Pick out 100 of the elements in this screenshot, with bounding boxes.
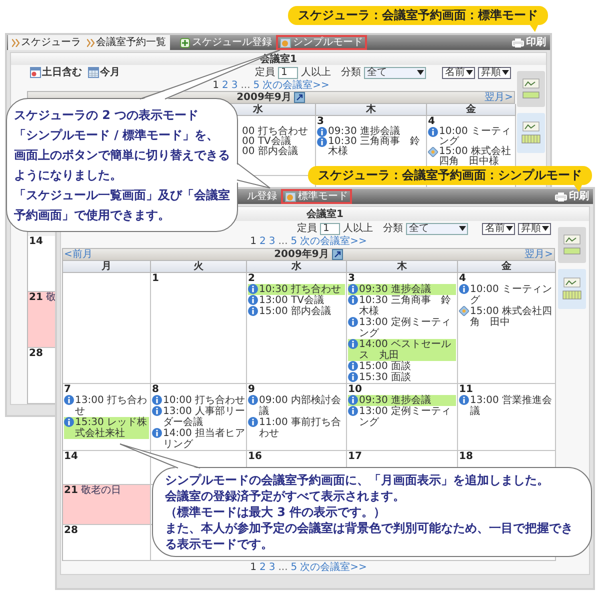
toolbar-button[interactable]: シンプルモード	[276, 35, 367, 50]
toolbar-button[interactable]: ル登録	[243, 189, 281, 204]
day-number: 2	[248, 273, 255, 284]
capacity-unit: 人以上	[343, 223, 373, 234]
calendar-event[interactable]: 15:00 面談	[348, 361, 456, 372]
calendar-event[interactable]: 10:30 三角商事 鈴木様	[317, 137, 425, 157]
calendar-event[interactable]: 00 打ち合わせ	[242, 127, 308, 137]
day-number: 3	[348, 273, 355, 284]
holiday-name: 敬老の日	[80, 485, 121, 496]
breadcrumb-link[interactable]: 会議室予約一覧	[87, 35, 166, 50]
current-page: 1	[212, 80, 219, 91]
view-tab[interactable]	[558, 269, 586, 309]
view-tab[interactable]	[517, 113, 545, 153]
holiday-name: 敬	[46, 292, 56, 303]
page-link[interactable]: 次の会議室>>	[300, 562, 367, 574]
calendar-event[interactable]: 13:00 TV会議	[248, 295, 345, 306]
page-link[interactable]: 2	[259, 236, 266, 248]
page-link[interactable]: 5	[253, 80, 260, 91]
sort-dropdown[interactable]: 名前	[442, 66, 475, 78]
calendar-event[interactable]: 10:30 打ち合わせ	[248, 284, 345, 295]
category-label: 分類	[341, 67, 361, 78]
diamond-icon	[428, 147, 438, 157]
category-dropdown[interactable]: 全て	[406, 222, 468, 234]
view-tab[interactable]	[558, 227, 586, 263]
page-link[interactable]: 3	[268, 562, 276, 574]
tooltip-pointer	[530, 25, 538, 32]
day-number: 4	[459, 273, 466, 284]
current-page: 1	[250, 236, 256, 248]
calendar-event[interactable]: 13:00 営業推進会議	[459, 395, 554, 417]
calendar-icon	[88, 67, 99, 78]
calendar-event[interactable]: 15:30 面談	[348, 372, 456, 383]
day-number: 10	[348, 384, 362, 395]
callout-text: シンプルモードの会議室予約画面に、「月画面表示」を追加しました。 会議室の登録済予定がすべて表示されます。 （標準モードは最大 3 件の表示です。） また、本人が参加予定の会議室は背景色で判別可能なため、一目で把握でき る表示モードです。	[165, 472, 574, 552]
day-number: 9	[248, 384, 255, 395]
page-link[interactable]: 5	[290, 236, 298, 248]
sort-dropdown[interactable]: 名前	[482, 222, 515, 234]
chevron-icon	[87, 38, 95, 46]
page-link[interactable]: 2	[222, 80, 228, 91]
calendar-icon[interactable]	[332, 249, 343, 260]
page-link[interactable]: 5	[290, 562, 298, 574]
month-title: 2009年9月	[236, 92, 292, 103]
calendar-event[interactable]: 10:00 打ち合わせ	[152, 395, 245, 406]
page-link[interactable]: 次の会議室>>	[262, 80, 330, 91]
plus-icon	[180, 38, 190, 48]
view-toggle[interactable]: 土日含む	[30, 67, 82, 78]
calendar-icon[interactable]	[294, 92, 306, 103]
page-link[interactable]: 3	[268, 236, 276, 248]
day-number: 14	[64, 451, 78, 462]
capacity-unit: 人以上	[301, 67, 331, 78]
category-label: 分類	[383, 223, 403, 234]
sort-dropdown[interactable]: 昇順	[478, 66, 511, 78]
calendar-event[interactable]: 09:30 進捗会議	[348, 284, 456, 295]
calendar-event[interactable]: 09:30 進捗会議	[348, 395, 456, 406]
capacity-field[interactable]: 1	[278, 66, 298, 78]
day-number: 1	[152, 273, 159, 284]
calendar-event[interactable]: 00 部内会議	[242, 147, 298, 157]
calendar-event[interactable]: 09:00 内部検討会議	[248, 395, 345, 417]
page-link[interactable]: 次の会議室>>	[300, 236, 367, 248]
sort-dropdown[interactable]: 昇順	[518, 222, 551, 234]
diamond-icon	[459, 306, 469, 316]
calendar-event[interactable]: 13:00 定例ミーティング	[348, 317, 456, 339]
calendar-event[interactable]: 13:00 打ち合わせ	[64, 395, 149, 417]
calendar-icon	[30, 67, 41, 78]
view-tab[interactable]	[517, 71, 545, 107]
calendar-event[interactable]: 15:00 部内会議	[248, 306, 345, 317]
calendar-event[interactable]: 14:00 ベストセールス 丸田	[348, 339, 456, 361]
page-link[interactable]: 3	[231, 80, 238, 91]
mode-switch-icon	[280, 38, 291, 48]
calendar-event[interactable]: 09:30 進捗会議	[317, 127, 425, 137]
printer-icon	[555, 192, 567, 202]
weekday-header: 木	[347, 261, 458, 273]
calendar-event[interactable]: 15:00 株式会社四角 田中様	[428, 147, 514, 167]
mode-tooltip: スケジューラ：会議室予約画面：シンプルモード	[308, 166, 592, 185]
page-link[interactable]: 2	[259, 562, 266, 574]
caret-icon	[506, 226, 513, 231]
caret-icon	[417, 70, 424, 75]
toolbar-button[interactable]: 標準モード	[281, 189, 352, 204]
print-button[interactable]: 印刷	[555, 189, 589, 204]
calendar-event[interactable]: 11:00 事前打ち合わせ	[248, 417, 345, 439]
weekday-header: 月	[63, 261, 151, 273]
print-button[interactable]: 印刷	[512, 35, 546, 50]
day-number: 4	[428, 116, 435, 127]
calendar-event[interactable]: 10:30 三角商事 鈴木様	[348, 295, 456, 317]
calendar-event[interactable]: 15:00 株式会社四角 田中	[459, 306, 554, 328]
calendar-event[interactable]: 10:00 ミーティング	[428, 127, 514, 147]
calendar-event[interactable]: 15:30 レッド株式会社来社	[64, 417, 149, 439]
weekday-header: 金	[427, 104, 516, 116]
calendar-event[interactable]: 13:00 人事部リーダー会議	[152, 406, 245, 428]
category-dropdown[interactable]: 全て	[364, 66, 426, 78]
calendar-event[interactable]: 14:00 担当者ヒアリング	[152, 428, 245, 450]
weekday-header: 木	[316, 104, 427, 116]
day-number: 28	[64, 525, 78, 536]
view-toggle[interactable]: 今月	[88, 67, 120, 78]
calendar-event[interactable]: 13:00 定例ミーティング	[348, 406, 456, 428]
calendar-event[interactable]: 00 TV会議	[242, 137, 291, 147]
day-number: 21	[64, 485, 78, 496]
breadcrumb-link[interactable]: スケジューラ	[12, 35, 81, 50]
calendar-event[interactable]: 10:00 ミーティング	[459, 284, 554, 306]
capacity-field[interactable]: 1	[320, 222, 340, 234]
toolbar-button[interactable]: スケジュール登録	[176, 35, 276, 50]
